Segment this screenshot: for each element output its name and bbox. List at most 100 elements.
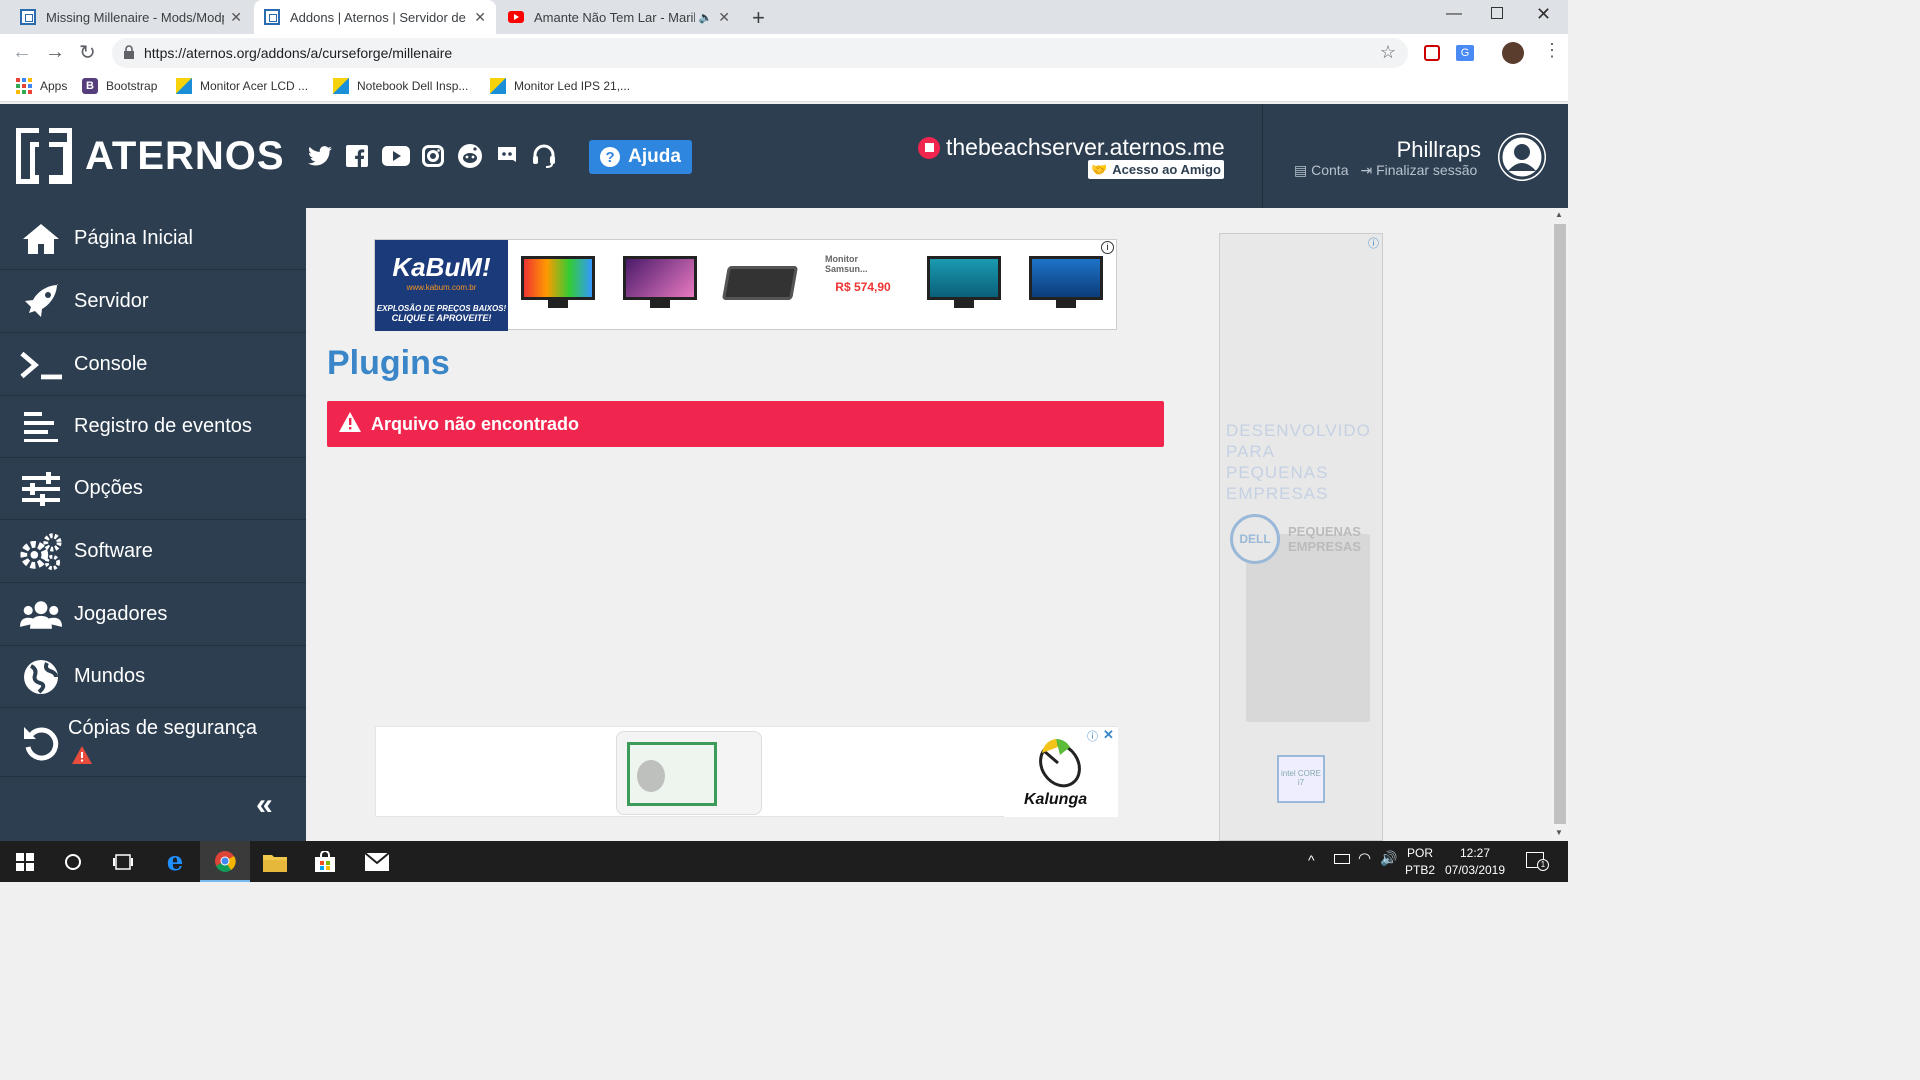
address-bar[interactable]: https://aternos.org/addons/a/curseforge/…: [112, 38, 1408, 68]
sliders-icon: [20, 469, 62, 509]
twitter-icon[interactable]: [307, 144, 333, 168]
friend-access-button[interactable]: 🤝 Acesso ao Amigo: [1088, 160, 1224, 179]
maximize-button[interactable]: [1491, 7, 1503, 19]
sidebar-item-players[interactable]: Jogadores: [0, 584, 306, 646]
ad-info-icon[interactable]: ⓘ: [1087, 728, 1098, 744]
close-window-button[interactable]: ✕: [1536, 4, 1551, 25]
scroll-down-arrow-icon[interactable]: ▼: [1555, 828, 1563, 837]
task-view-icon[interactable]: [98, 841, 148, 882]
sidebar-item-home[interactable]: Página Inicial: [0, 208, 306, 270]
keyboard-product-image[interactable]: [722, 256, 799, 312]
sidebar-item-options[interactable]: Opções: [0, 458, 306, 520]
kabum-cta: CLIQUE E APROVEITE!: [391, 313, 492, 323]
bookmark-bootstrap[interactable]: B Bootstrap: [82, 78, 157, 94]
reddit-icon[interactable]: [457, 144, 483, 168]
bookmark-apps[interactable]: Apps: [16, 78, 67, 94]
minimize-button[interactable]: —: [1446, 5, 1462, 23]
instagram-icon[interactable]: [420, 144, 446, 168]
user-links: ▤ Conta ⇥ Finalizar sessão: [1294, 162, 1477, 179]
battery-icon[interactable]: [1334, 854, 1350, 864]
windows-taskbar: e ^ ◠ 🔊 POR PTB2 12:27 07/03/2019 1: [0, 841, 1568, 882]
bookmark-monitor-led[interactable]: Monitor Led IPS 21,...: [490, 78, 630, 94]
bookmark-notebook-dell[interactable]: Notebook Dell Insp...: [333, 78, 468, 94]
bookmark-monitor-acer[interactable]: Monitor Acer LCD ...: [176, 78, 308, 94]
alert-text: Arquivo não encontrado: [371, 413, 580, 434]
menu-kebab-icon[interactable]: ⋮: [1543, 40, 1561, 61]
close-tab-icon[interactable]: ✕: [474, 9, 486, 26]
close-ad-icon[interactable]: ✕: [1103, 727, 1114, 743]
discord-icon[interactable]: [494, 144, 520, 168]
kalunga-logo: Kalunga: [1024, 791, 1088, 808]
sidebar-item-worlds[interactable]: Mundos: [0, 646, 306, 708]
kabum-brand-panel: KaBuM! www.kabum.com.br EXPLOSÃO DE PREÇ…: [375, 240, 508, 331]
tab-missing-millenaire[interactable]: Missing Millenaire - Mods/Modp ✕: [10, 0, 252, 34]
new-tab-button[interactable]: +: [752, 5, 765, 31]
notifications-icon[interactable]: 1: [1526, 852, 1549, 871]
wifi-icon[interactable]: ◠: [1358, 849, 1371, 867]
start-button[interactable]: [0, 841, 50, 882]
facebook-icon[interactable]: [344, 144, 370, 168]
system-clock[interactable]: 12:27 07/03/2019: [1443, 845, 1507, 879]
support-headset-icon[interactable]: [531, 144, 557, 168]
volume-icon[interactable]: 🔊: [1380, 850, 1397, 867]
back-button[interactable]: ←: [12, 41, 32, 64]
sidebar-item-label: Servidor: [74, 290, 149, 312]
home-icon: [20, 219, 62, 259]
url-text: https://aternos.org/addons/a/curseforge/…: [144, 45, 453, 61]
kabum-ad-banner[interactable]: KaBuM! www.kabum.com.br EXPLOSÃO DE PREÇ…: [374, 239, 1117, 331]
forward-button[interactable]: →: [45, 41, 65, 64]
reload-button[interactable]: ↻: [79, 40, 96, 65]
edge-icon[interactable]: e: [150, 841, 200, 882]
username: Phillraps: [1396, 137, 1481, 162]
account-label: Conta: [1311, 162, 1349, 178]
monitor-product-image[interactable]: [623, 256, 697, 312]
warning-icon: [339, 411, 361, 437]
logo-text[interactable]: ATERNOS: [85, 134, 285, 179]
sidebar-item-console[interactable]: Console: [0, 334, 306, 396]
user-avatar-icon[interactable]: [1498, 133, 1546, 181]
monitor-product-image[interactable]: [927, 256, 1001, 312]
server-address[interactable]: thebeachserver.aternos.me: [918, 134, 1225, 161]
youtube-icon[interactable]: [381, 144, 411, 168]
tab-amante-nao-tem-lar[interactable]: Amante Não Tem Lar - Marili 🔈 ✕: [498, 0, 740, 34]
dell-ad-banner[interactable]: ⓘ DESENVOLVIDO PARA PEQUENAS EMPRESAS DE…: [1219, 233, 1383, 841]
close-tab-icon[interactable]: ✕: [718, 9, 730, 26]
ad-info-icon[interactable]: i: [1101, 241, 1114, 254]
language-indicator[interactable]: POR PTB2: [1400, 845, 1440, 879]
search-circle-icon[interactable]: [48, 841, 98, 882]
chevron-up-icon[interactable]: ^: [1308, 852, 1315, 868]
logout-link[interactable]: ⇥ Finalizar sessão: [1360, 162, 1477, 179]
aternos-logo-icon[interactable]: [16, 128, 72, 184]
rocket-icon: [20, 282, 62, 322]
tab-addons-aternos[interactable]: Addons | Aternos | Servidor de M ✕: [254, 0, 496, 34]
bookmark-star-icon[interactable]: ☆: [1380, 42, 1396, 63]
bookmark-label: Monitor Led IPS 21,...: [514, 79, 631, 93]
store-bag-icon[interactable]: [300, 841, 350, 882]
product-with-price[interactable]: Monitor Samsun... R$ 574,90: [825, 254, 901, 312]
sidebar-item-log[interactable]: Registro de eventos: [0, 396, 306, 458]
kalunga-brand-panel: Kalunga: [1004, 727, 1118, 817]
profile-avatar[interactable]: [1502, 42, 1524, 64]
extension-icon[interactable]: [1424, 45, 1440, 61]
account-link[interactable]: ▤ Conta: [1294, 162, 1348, 179]
close-tab-icon[interactable]: ✕: [230, 9, 242, 26]
scrollbar-thumb[interactable]: [1554, 224, 1566, 824]
bookmark-label: Monitor Acer LCD ...: [200, 79, 309, 93]
ad-info-icon[interactable]: ⓘ: [1368, 235, 1379, 251]
chrome-taskbar-icon[interactable]: [200, 841, 250, 882]
translate-icon[interactable]: G: [1456, 45, 1474, 61]
youtube-icon: [508, 11, 524, 23]
collapse-sidebar-button[interactable]: «: [256, 788, 273, 822]
monitor-product-image[interactable]: [521, 256, 595, 312]
kalunga-ad-banner[interactable]: Kalunga ⓘ ✕: [375, 726, 1118, 817]
store-icon: [333, 78, 349, 94]
apps-grid-icon: [16, 78, 32, 94]
sidebar-item-backups[interactable]: Cópias de segurança: [0, 709, 306, 777]
monitor-product-image[interactable]: [1029, 256, 1103, 312]
sidebar-item-server[interactable]: Servidor: [0, 271, 306, 333]
help-button[interactable]: ? Ajuda: [589, 140, 692, 174]
sidebar-item-software[interactable]: Software: [0, 521, 306, 583]
scroll-up-arrow-icon[interactable]: ▲: [1555, 210, 1563, 219]
file-explorer-icon[interactable]: [250, 841, 300, 882]
mail-icon[interactable]: [352, 841, 402, 882]
